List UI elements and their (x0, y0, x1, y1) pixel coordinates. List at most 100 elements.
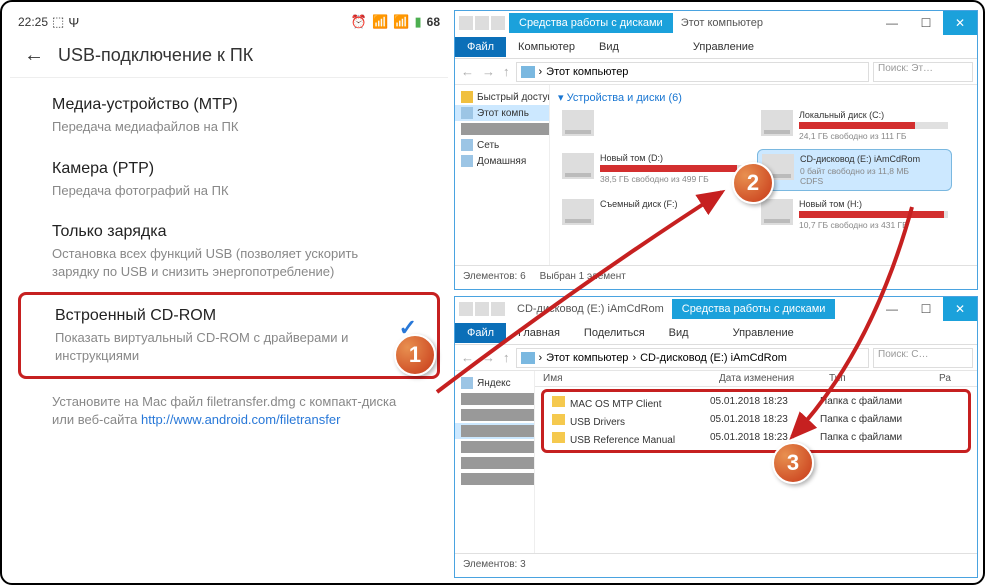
phone-screen: 22:25 ⬚ Ψ ⏰ 📶 📶 ▮ 68 ← USB-подключение к… (10, 10, 448, 578)
drive-icon (761, 199, 793, 225)
drive-item[interactable]: Локальный диск (C:)24,1 ГБ свободно из 1… (757, 106, 952, 145)
address-bar: ← → ↑ ›Этот компьютер ›CD-дисковод (E:) … (455, 345, 977, 371)
address-field[interactable]: › Этот компьютер (516, 62, 870, 82)
sidebar-item[interactable]: Этот компь (455, 105, 549, 121)
status-bar: 22:25 ⬚ Ψ ⏰ 📶 📶 ▮ 68 (10, 10, 448, 34)
drive-item[interactable]: Съемный диск (F:) (558, 195, 753, 234)
sidebar-icon (461, 91, 473, 103)
app-icon (459, 302, 473, 316)
explorer-window-1: Средства работы с дисками Этот компьютер… (454, 10, 978, 290)
menu-main[interactable]: Главная (506, 323, 572, 343)
maximize-button[interactable]: ☐ (909, 297, 943, 321)
sidebar-icon (461, 155, 473, 167)
option-ptp[interactable]: Камера (PTP) Передача фотографий на ПК (10, 148, 448, 212)
usb-icon: ⬚ (52, 14, 64, 30)
ribbon-context[interactable]: Средства работы с дисками (672, 299, 836, 319)
menu-computer[interactable]: Компьютер (506, 37, 587, 57)
hint-text: Установите на Mac файл filetransfer.dmg … (10, 379, 448, 443)
drive-item[interactable]: Новый том (D:)38,5 ГБ свободно из 499 ГБ (558, 149, 753, 191)
menu-manage[interactable]: Управление (721, 323, 806, 343)
close-button[interactable]: ✕ (943, 297, 977, 321)
sidebar-icon (461, 393, 535, 405)
battery-icon: ▮ (414, 14, 421, 30)
content-pane: Имя Дата изменения Тип Ра MAC OS MTP Cli… (535, 371, 977, 553)
alarm-icon: ⏰ (351, 14, 367, 30)
options-list: Медиа-устройство (MTP) Передача медиафай… (10, 78, 448, 450)
pc-icon (521, 352, 535, 364)
phone-header: ← USB-подключение к ПК (10, 34, 448, 78)
address-field[interactable]: ›Этот компьютер ›CD-дисковод (E:) iAmCdR… (516, 348, 870, 368)
sidebar-item[interactable]: Съемн (455, 471, 534, 487)
menu-manage[interactable]: Управление (681, 37, 766, 57)
menu-view[interactable]: Вид (657, 323, 701, 343)
signal-icon: 📶 (393, 14, 409, 30)
menu-file[interactable]: Файл (455, 323, 506, 343)
sidebar-item[interactable]: Съемн (455, 439, 534, 455)
usb-icon: Ψ (68, 15, 79, 30)
maximize-button[interactable]: ☐ (909, 11, 943, 35)
sidebar-item[interactable]: CD-ди (455, 423, 534, 439)
option-charge[interactable]: Только зарядка Остановка всех функций US… (10, 211, 448, 292)
sidebar-icon (461, 377, 473, 389)
folder-icon (552, 414, 565, 425)
forward-button[interactable]: → (480, 350, 497, 365)
sidebar-icon (461, 457, 535, 469)
hint-link[interactable]: http://www.android.com/filetransfer (141, 412, 340, 427)
sidebar-item[interactable]: Новь (455, 455, 534, 471)
drive-item[interactable]: Новый том (H:)10,7 ГБ свободно из 431 ГБ (757, 195, 952, 234)
minimize-button[interactable]: — (875, 297, 909, 321)
status-line: Элементов: 6 Выбран 1 элемент (455, 265, 977, 287)
file-row[interactable]: USB Drivers05.01.2018 18:23Папка с файла… (546, 412, 966, 430)
menu-share[interactable]: Поделиться (572, 323, 657, 343)
sidebar-item[interactable]: Быстрый доступ (455, 89, 549, 105)
back-icon[interactable]: ← (24, 44, 44, 67)
app-icon (459, 16, 473, 30)
up-button[interactable]: ↑ (501, 64, 512, 79)
list-header: Имя Дата изменения Тип Ра (535, 371, 977, 387)
sidebar: ЯндексЛокаНовьCD-диСъемнНовьСъемн (455, 371, 535, 553)
qa-icon[interactable] (475, 16, 489, 30)
sidebar-icon (461, 409, 535, 421)
folder-icon (552, 432, 565, 443)
wifi-icon: 📶 (372, 14, 388, 30)
file-row[interactable]: MAC OS MTP Client05.01.2018 18:23Папка с… (546, 394, 966, 412)
page-title: USB-подключение к ПК (58, 45, 253, 66)
sidebar-item[interactable]: Сеть (455, 137, 549, 153)
menubar: Файл Компьютер Вид Управление (455, 35, 977, 59)
sidebar-item[interactable]: Новь (455, 407, 534, 423)
qa-icon[interactable] (475, 302, 489, 316)
search-field[interactable]: Поиск: C… (873, 348, 973, 368)
window-title: Этот компьютер (673, 17, 771, 29)
section-header[interactable]: ▾ Устройства и диски (6) (558, 89, 969, 106)
ribbon-context[interactable]: Средства работы с дисками (509, 13, 673, 33)
callout-badge-2: 2 (732, 162, 774, 204)
sidebar-item[interactable]: Лока (455, 391, 534, 407)
sidebar-item[interactable]: Домашняя (455, 153, 549, 169)
qa-icon[interactable] (491, 16, 505, 30)
up-button[interactable]: ↑ (501, 350, 512, 365)
search-field[interactable]: Поиск: Эт… (873, 62, 973, 82)
forward-button[interactable]: → (480, 64, 497, 79)
minimize-button[interactable]: — (875, 11, 909, 35)
titlebar: Средства работы с дисками Этот компьютер… (455, 11, 977, 35)
sidebar-icon (461, 107, 473, 119)
drive-item[interactable]: CD-дисковод (E:) iAmCdRom0 байт свободно… (757, 149, 952, 191)
menu-view[interactable]: Вид (587, 37, 631, 57)
menu-file[interactable]: Файл (455, 37, 506, 57)
option-cdrom[interactable]: Встроенный CD-ROM Показать виртуальный C… (18, 292, 440, 379)
back-button[interactable]: ← (459, 64, 476, 79)
time-label: 22:25 (18, 15, 48, 29)
sidebar-item[interactable]: Яндекс (455, 375, 534, 391)
address-bar: ← → ↑ › Этот компьютер Поиск: Эт… (455, 59, 977, 85)
file-row[interactable]: USB Reference Manual05.01.2018 18:23Папк… (546, 430, 966, 448)
drive-icon (562, 153, 594, 179)
sidebar-item[interactable]: Съемный (455, 121, 549, 137)
close-button[interactable]: ✕ (943, 11, 977, 35)
drive-icon (562, 199, 594, 225)
qa-icon[interactable] (491, 302, 505, 316)
sidebar-icon (461, 425, 535, 437)
drive-item[interactable] (558, 106, 753, 145)
option-mtp[interactable]: Медиа-устройство (MTP) Передача медиафай… (10, 84, 448, 148)
sidebar: Быстрый доступЭтот компьСъемныйСетьДомаш… (455, 85, 550, 265)
back-button[interactable]: ← (459, 350, 476, 365)
